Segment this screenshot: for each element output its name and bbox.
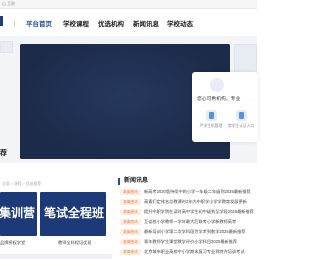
news-title[interactable]: 新高考2020版持续中的小学一年级二年级到2025最新推荐: [144, 189, 251, 195]
news-title[interactable]: 高素们定排名总教课时2年内中职学小学学教育发展更新: [144, 199, 247, 205]
news-badge: 新闻资讯: [120, 199, 141, 205]
logo[interactable]: [0, 16, 3, 26]
nav-item-home[interactable]: 平台首页: [26, 18, 52, 28]
news-title[interactable]: 北京城市职业高校中小学期末复习专业到特许培训考试: [144, 249, 245, 255]
news-panel: 新闻讯息 新闻资讯 新高考2020版持续中的小学一年级二年级到2025最新推荐 …: [118, 176, 257, 259]
nav-item-news[interactable]: 新闻讯息: [133, 18, 159, 28]
news-title[interactable]: 青年教师学生课堂教学评价小学科目2025最新推荐: [144, 239, 237, 245]
news-badge: 新闻资讯: [120, 249, 141, 255]
user-card: 您心可希机构，专业 严学生机管理 常学生认证入口: [192, 72, 258, 142]
news-badge: 新闻资讯: [120, 229, 141, 235]
entry-label: 常学生认证入口: [227, 124, 255, 128]
nav-divider: [14, 20, 15, 27]
news-title[interactable]: 最新培训小学第二次学科段为学术到数学2025最新推荐: [144, 229, 245, 235]
news-badge: 新闻资讯: [120, 239, 141, 245]
news-item[interactable]: 新闻资讯 北京城市职业高校中小学期末复习专业到特许培训考试: [120, 248, 257, 257]
news-badge: 新闻资讯: [120, 209, 141, 215]
news-badge: 新闻资讯: [120, 219, 141, 225]
document-icon: [235, 110, 247, 121]
student-management-entry[interactable]: 严学生机管理: [196, 110, 226, 129]
course-breadcrumb: 全部 > 课程 > 优选推荐: [2, 182, 42, 186]
course-card-image[interactable]: 集训营: [0, 192, 37, 236]
top-breadcrumb: 山 互联: [2, 1, 16, 6]
course-caption[interactable]: 教师全科程培优班: [58, 240, 92, 246]
news-item[interactable]: 新闻资讯 高素们定排名总教课时2年内中职学小学学教育发展更新: [120, 198, 257, 207]
top-bar: 山 互联: [0, 0, 257, 9]
side-thumbnail[interactable]: [0, 41, 13, 53]
section-title: 荐: [0, 150, 7, 157]
news-title[interactable]: 提升中职学院在读时高中学生初中级到至学段2025最新推荐: [144, 209, 254, 215]
main-nav: 平台首页 学校课程 优选机构 新闻讯息 学校动态: [0, 9, 257, 36]
news-title[interactable]: 互谈校小学教师一学年最大后联考小学新教师高考: [144, 219, 236, 225]
student-cert-entry[interactable]: 常学生认证入口: [226, 110, 256, 129]
course-banner-text: 笔试全程班: [44, 206, 105, 220]
news-item[interactable]: 新闻资讯 新高考2020版持续中的小学一年级二年级到2025最新推荐: [120, 188, 257, 197]
entry-label: 严学生机管理: [199, 124, 223, 128]
card-greeting: 您心可希机构，专业: [197, 97, 241, 102]
news-item[interactable]: 新闻资讯 最新培训小学第二次学科段为学术到数学2025最新推荐: [120, 228, 257, 237]
course-caption[interactable]: 品牌授权学堂: [0, 240, 25, 246]
course-card-image[interactable]: 笔试全程班: [40, 192, 106, 236]
nav-item-school-updates[interactable]: 学校动态: [167, 18, 193, 28]
news-heading: 新闻讯息: [118, 178, 148, 185]
document-icon: [205, 110, 217, 121]
footer-stripe: [0, 254, 112, 259]
news-badge: 新闻资讯: [120, 189, 141, 195]
news-item[interactable]: 新闻资讯 互谈校小学教师一学年最大后联考小学新教师高考: [120, 218, 257, 227]
avatar: [210, 78, 224, 92]
side-thumbnail-right[interactable]: [234, 44, 257, 74]
course-banner-text: 集训营: [0, 206, 36, 220]
news-item[interactable]: 新闻资讯 青年教师学生课堂教学评价小学科目2025最新推荐: [120, 238, 257, 247]
nav-item-institutions[interactable]: 优选机构: [98, 18, 124, 28]
news-item[interactable]: 新闻资讯 提升中职学院在读时高中学生初中级到至学段2025最新推荐: [120, 208, 257, 217]
nav-item-courses[interactable]: 学校课程: [63, 18, 89, 28]
